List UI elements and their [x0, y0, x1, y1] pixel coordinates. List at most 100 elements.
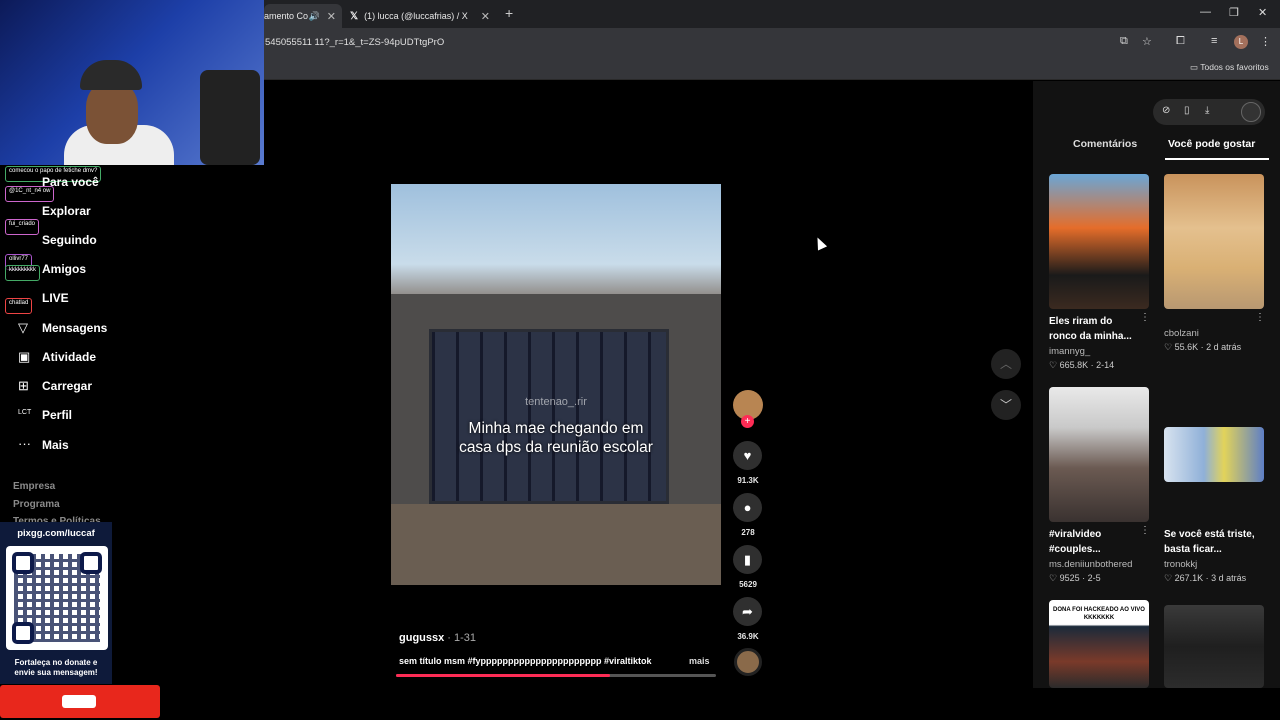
heart-outline-icon: ♡ [1049, 573, 1060, 583]
card-user[interactable]: ms.deniiunbothered [1049, 559, 1132, 570]
chevron-up-icon: ︿ [999, 357, 1012, 371]
card-user[interactable]: imannyg_ [1049, 346, 1090, 357]
share-icon: ➦ [742, 604, 753, 619]
bookmark-icon: ▮ [743, 552, 752, 567]
qr-corner [12, 622, 34, 644]
all-bookmarks-folder[interactable]: ▭ Todos os favoritos [1190, 62, 1269, 73]
thumbnail-text: DONA FOI HACKEADO AO VIVO KKKKKKK [1053, 607, 1145, 621]
music-disc-icon[interactable] [734, 648, 762, 676]
footer-link-company[interactable]: Empresa [13, 481, 55, 492]
new-tab-icon[interactable]: + [505, 5, 513, 21]
progress-fill [396, 674, 611, 677]
follow-plus-icon[interactable]: + [741, 415, 754, 428]
messages-icon: ▽ [18, 320, 28, 335]
video-watermark: tentenao_.rir [525, 396, 587, 408]
compass-icon[interactable]: ⊘ [1162, 105, 1170, 116]
chevron-down-icon: ﹀ [999, 398, 1012, 412]
card-meta: ♡ 665.8K · 2-14 [1049, 360, 1115, 370]
comment-count: 278 [741, 528, 755, 537]
tab-x-profile[interactable]: 𝕏 (1) lucca (@luccafrias) / X ✕ [344, 4, 496, 28]
like-button[interactable]: ♥ [733, 441, 762, 470]
close-icon[interactable]: ✕ [481, 10, 490, 23]
minimize-icon[interactable]: — [1200, 6, 1211, 18]
tab-you-may-like[interactable]: Você pode gostar [1168, 138, 1255, 150]
profile-avatar[interactable]: L [1234, 35, 1248, 49]
card-title[interactable]: Eles riram do ronco da minha... [1049, 314, 1137, 344]
restore-icon[interactable]: ❐ [1229, 6, 1239, 19]
video-thumbnail[interactable]: DONA FOI HACKEADO AO VIVO KKKKKKK [1049, 600, 1149, 688]
video-thumbnail[interactable] [1049, 174, 1149, 309]
footer-link-program[interactable]: Programa [13, 499, 60, 510]
card-title[interactable]: Se você está triste, basta ficar... [1164, 527, 1268, 557]
heart-outline-icon: ♡ [1164, 573, 1175, 583]
sidebar-item-friends[interactable]: Amigos [42, 262, 86, 276]
tab-active[interactable]: amento Co 🔊 ✕ [264, 4, 342, 28]
phone-icon[interactable]: ▯ [1184, 105, 1190, 116]
card-meta: ♡ 55.6K · 2 d atrás [1164, 342, 1242, 352]
x-logo-icon: 𝕏 [350, 10, 359, 22]
extensions-icon[interactable]: ⧠ [1176, 35, 1185, 48]
share-count: 36.9K [737, 632, 759, 641]
sidebar-item-upload[interactable]: Carregar [42, 379, 92, 393]
video-player[interactable]: tentenao_.rir Minha mae chegando em casa… [391, 184, 721, 585]
qr-corner [80, 552, 102, 574]
sidebar-item-more[interactable]: Mais [42, 438, 69, 452]
video-author[interactable]: gugussx · 1-31 [399, 632, 476, 644]
speaker-icon[interactable]: 🔊 [309, 11, 320, 22]
url-field[interactable]: 545055511 11?_r=1&_t=ZS-94pUDTtgPrO [265, 37, 444, 48]
sidebar-item-for-you[interactable]: Para você [42, 175, 99, 189]
sidebar-item-following[interactable]: Seguindo [42, 233, 97, 247]
profile-icon: LCT [18, 409, 32, 416]
card-menu-icon[interactable]: ⋮ [1140, 525, 1150, 536]
video-thumbnail[interactable] [1164, 427, 1264, 482]
video-thumbnail[interactable] [1164, 605, 1264, 688]
pix-note: Fortaleça no donate e envie sua mensagem… [14, 658, 98, 677]
qr-code [6, 546, 108, 650]
chat-message: chatlad [5, 298, 33, 314]
sidebar-item-activity[interactable]: Atividade [42, 350, 96, 364]
video-ground [391, 504, 721, 585]
next-video-button[interactable]: ﹀ [991, 390, 1021, 420]
folder-icon: ▭ [1190, 62, 1201, 72]
sidebar-item-profile[interactable]: Perfil [42, 408, 72, 422]
video-gate [429, 329, 669, 504]
video-thumbnail[interactable] [1049, 387, 1149, 522]
previous-video-button[interactable]: ︿ [991, 349, 1021, 379]
author-username[interactable]: gugussx [399, 632, 444, 644]
card-user[interactable]: tronokkj [1164, 559, 1197, 570]
card-user[interactable]: cbolzani [1164, 328, 1199, 339]
sidebar-item-explore[interactable]: Explorar [42, 204, 91, 218]
close-window-icon[interactable]: ✕ [1258, 6, 1267, 19]
card-meta: ♡ 267.1K · 3 d atrás [1164, 573, 1247, 583]
chat-message: fui_criado [5, 219, 40, 235]
user-avatar[interactable] [1241, 102, 1261, 122]
card-meta: ♡ 9525 · 2-5 [1049, 573, 1101, 583]
video-thumbnail[interactable] [1164, 174, 1264, 309]
save-button[interactable]: ▮ [733, 545, 762, 574]
heart-outline-icon: ♡ [1049, 360, 1060, 370]
tool-pill: ⊘ ▯ ⤓ [1153, 99, 1265, 125]
more-link[interactable]: mais [689, 656, 710, 666]
chat-message: kkkkkkkkk [5, 265, 40, 281]
card-menu-icon[interactable]: ⋮ [1140, 312, 1150, 323]
close-icon[interactable]: ✕ [327, 10, 336, 23]
upload-icon: ⊞ [18, 378, 29, 393]
streamer-cap [80, 60, 142, 90]
right-panel: ⊘ ▯ ⤓ Comentários Você pode gostar Eles … [1033, 81, 1280, 688]
video-caption: Minha mae chegando em casa dps da reuniã… [459, 420, 653, 456]
card-title[interactable]: #viralvideo #couples... [1049, 527, 1137, 557]
install-app-icon[interactable]: ⧉ [1120, 35, 1128, 48]
comment-button[interactable]: ● [733, 493, 762, 522]
media-control-icon[interactable]: ≡ [1211, 35, 1217, 47]
video-progress-bar[interactable] [396, 674, 716, 677]
sidebar-item-messages[interactable]: Mensagens [42, 321, 107, 335]
share-button[interactable]: ➦ [733, 597, 762, 626]
bookmark-star-icon[interactable]: ☆ [1142, 35, 1152, 48]
tab-comments[interactable]: Comentários [1073, 138, 1137, 150]
heart-outline-icon: ♡ [1164, 342, 1175, 352]
card-menu-icon[interactable]: ⋮ [1255, 312, 1265, 323]
menu-kebab-icon[interactable]: ⋮ [1260, 35, 1271, 48]
download-icon[interactable]: ⤓ [1205, 105, 1209, 116]
video-description: sem título msm #fypppppppppppppppppppppp… [399, 656, 652, 666]
sidebar-item-live[interactable]: LIVE [42, 291, 69, 305]
